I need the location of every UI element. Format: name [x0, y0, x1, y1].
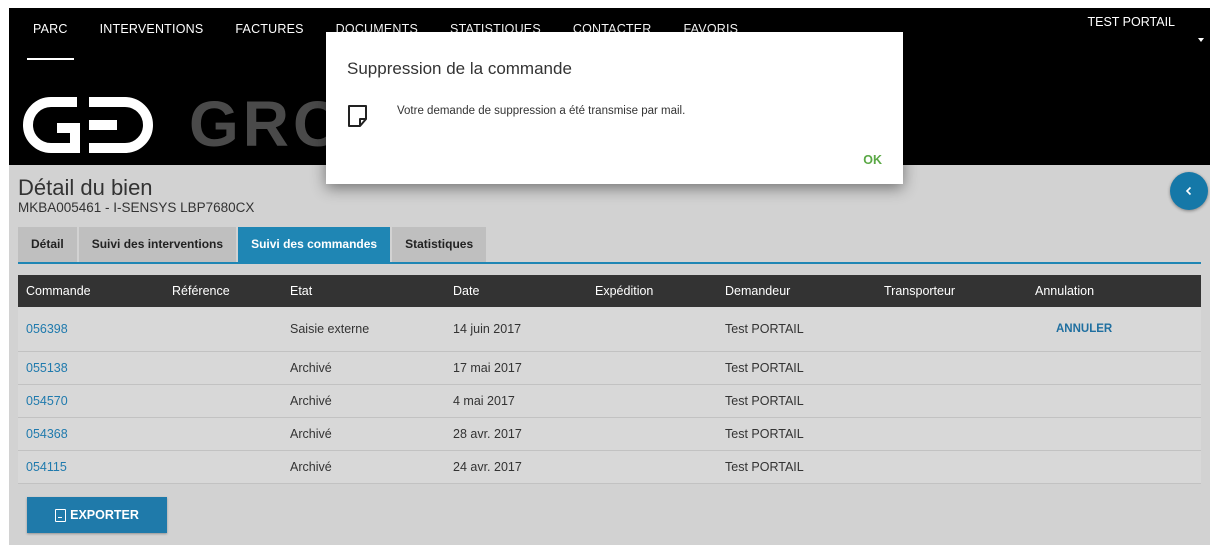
chevron-left-icon: [1185, 186, 1192, 196]
order-date: 17 mai 2017: [453, 361, 522, 375]
order-date: 4 mai 2017: [453, 394, 515, 408]
order-status: Saisie externe: [290, 322, 370, 336]
logo-text: GRO: [189, 88, 347, 160]
column-header-reference[interactable]: Référence: [172, 284, 230, 298]
order-requester: Test PORTAIL: [725, 361, 804, 375]
export-file-icon: [55, 508, 67, 522]
table-row: 054368 Archivé 28 avr. 2017 Test PORTAIL: [18, 418, 1201, 451]
note-icon: [348, 105, 367, 127]
nav-factures[interactable]: FACTURES: [219, 8, 319, 60]
table-header: Commande Référence Etat Date Expédition …: [18, 275, 1201, 307]
tab-suivi-interventions[interactable]: Suivi des interventions: [78, 227, 237, 262]
order-date: 24 avr. 2017: [453, 460, 522, 474]
order-requester: Test PORTAIL: [725, 394, 804, 408]
tab-bar: Détail Suivi des interventions Suivi des…: [18, 227, 488, 262]
orders-table: Commande Référence Etat Date Expédition …: [18, 275, 1201, 484]
order-date: 14 juin 2017: [453, 322, 522, 336]
order-link[interactable]: 054368: [26, 427, 68, 441]
column-header-annulation[interactable]: Annulation: [1035, 284, 1094, 298]
back-button[interactable]: [1170, 172, 1208, 210]
order-requester: Test PORTAIL: [725, 322, 804, 336]
caret-down-icon[interactable]: [1198, 38, 1204, 42]
page-subtitle: MKBA005461 - I-SENSYS LBP7680CX: [18, 200, 255, 215]
page-title: Détail du bien: [18, 175, 153, 200]
dialog-title: Suppression de la commande: [347, 59, 572, 78]
user-menu[interactable]: TEST PORTAIL: [1087, 15, 1175, 29]
column-header-date[interactable]: Date: [453, 284, 479, 298]
order-status: Archivé: [290, 361, 332, 375]
confirmation-dialog: Suppression de la commande Votre demande…: [326, 32, 903, 184]
column-header-transporteur[interactable]: Transporteur: [884, 284, 955, 298]
order-requester: Test PORTAIL: [725, 427, 804, 441]
order-link[interactable]: 056398: [26, 322, 68, 336]
table-row: 054115 Archivé 24 avr. 2017 Test PORTAIL: [18, 451, 1201, 484]
order-link[interactable]: 054115: [26, 460, 67, 474]
tab-suivi-commandes[interactable]: Suivi des commandes: [238, 227, 391, 262]
nav-interventions[interactable]: INTERVENTIONS: [84, 8, 220, 60]
order-link[interactable]: 055138: [26, 361, 68, 375]
order-status: Archivé: [290, 394, 332, 408]
export-label: EXPORTER: [70, 508, 139, 522]
cancel-order-button[interactable]: ANNULER: [1056, 323, 1112, 335]
order-requester: Test PORTAIL: [725, 460, 804, 474]
order-status: Archivé: [290, 460, 332, 474]
column-header-commande[interactable]: Commande: [26, 284, 91, 298]
column-header-etat[interactable]: Etat: [290, 284, 312, 298]
tab-detail[interactable]: Détail: [18, 227, 77, 262]
table-row: 056398 Saisie externe 14 juin 2017 Test …: [18, 307, 1201, 352]
order-status: Archivé: [290, 427, 332, 441]
dialog-message: Votre demande de suppression a été trans…: [397, 105, 686, 117]
page: PARC INTERVENTIONS FACTURES DOCUMENTS ST…: [9, 8, 1210, 545]
table-row: 054570 Archivé 4 mai 2017 Test PORTAIL: [18, 385, 1201, 418]
tab-statistiques[interactable]: Statistiques: [392, 227, 487, 262]
column-header-demandeur[interactable]: Demandeur: [725, 284, 790, 298]
tab-underline: [18, 262, 1201, 264]
export-button[interactable]: EXPORTER: [27, 497, 167, 533]
company-logo: [23, 97, 153, 153]
nav-parc[interactable]: PARC: [17, 8, 84, 60]
column-header-expedition[interactable]: Expédition: [595, 284, 653, 298]
order-link[interactable]: 054570: [26, 394, 68, 408]
ok-button[interactable]: OK: [863, 153, 882, 167]
order-date: 28 avr. 2017: [453, 427, 522, 441]
table-row: 055138 Archivé 17 mai 2017 Test PORTAIL: [18, 352, 1201, 385]
